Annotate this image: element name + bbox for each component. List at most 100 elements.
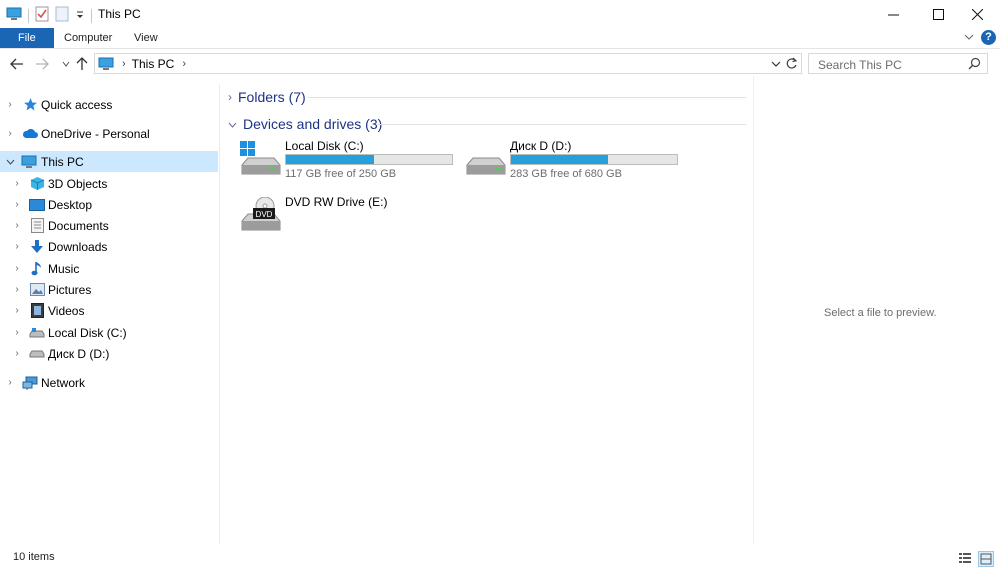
chevron-down-icon <box>62 61 70 67</box>
chevron-right-icon[interactable]: › <box>12 263 22 274</box>
tab-computer[interactable]: Computer <box>50 28 126 48</box>
music-icon <box>29 261 45 277</box>
group-divider <box>376 124 746 125</box>
tab-file[interactable]: File <box>0 28 54 48</box>
chevron-right-icon[interactable]: › <box>228 90 232 104</box>
sidebar-item-desktop[interactable]: › Desktop <box>0 194 218 215</box>
devices-group-header[interactable]: Devices and drives (3) <box>228 114 382 134</box>
network-icon <box>22 375 38 391</box>
drive-free-space: 283 GB free of 680 GB <box>510 168 622 180</box>
back-button[interactable] <box>9 56 25 72</box>
quick-access-toolbar <box>6 6 92 25</box>
customize-toolbar-dropdown[interactable] <box>75 9 85 23</box>
drive-usage-fill <box>286 155 375 164</box>
sidebar-item-label: Documents <box>48 218 109 233</box>
help-button[interactable]: ? <box>981 30 996 45</box>
close-icon <box>971 8 983 20</box>
folders-group-header[interactable]: › Folders (7) <box>228 87 306 107</box>
chevron-right-icon[interactable]: › <box>12 178 22 189</box>
large-icons-view-icon[interactable] <box>978 551 994 567</box>
refresh-icon[interactable] <box>785 57 798 73</box>
breadcrumb-separator-icon[interactable]: › <box>182 58 186 70</box>
expand-ribbon-icon[interactable] <box>964 31 974 45</box>
chevron-right-icon[interactable]: › <box>12 348 22 359</box>
forward-button[interactable] <box>34 56 50 72</box>
drive-usage-bar <box>510 154 678 165</box>
search-icon[interactable] <box>968 57 981 73</box>
sidebar-item-label: OneDrive - Personal <box>41 126 150 141</box>
sidebar-item-local-disk-c[interactable]: › Local Disk (C:) <box>0 322 218 343</box>
up-button[interactable] <box>74 56 90 72</box>
chevron-right-icon[interactable]: › <box>12 284 22 295</box>
chevron-right-icon[interactable]: › <box>12 199 22 210</box>
devices-group-title: Devices and drives (3) <box>243 116 383 132</box>
sidebar-item-pictures[interactable]: › Pictures <box>0 279 218 300</box>
maximize-icon <box>932 8 944 20</box>
sidebar-item-this-pc[interactable]: This PC <box>0 151 218 172</box>
sidebar-item-downloads[interactable]: › Downloads <box>0 236 218 257</box>
drive-free-space: 117 GB free of 250 GB <box>285 168 397 180</box>
sidebar-item-label: Music <box>48 261 80 276</box>
sidebar-item-network[interactable]: › Network <box>0 372 218 393</box>
navigation-pane: › Quick access › OneDrive - Personal Thi… <box>0 84 220 544</box>
details-view-icon[interactable] <box>958 551 972 565</box>
properties-icon[interactable] <box>35 6 49 25</box>
toolbar-divider <box>28 8 29 23</box>
status-bar: 10 items <box>0 548 1000 569</box>
monitor-icon <box>98 57 114 71</box>
back-arrow-icon <box>10 58 23 70</box>
address-bar[interactable]: › This PC › <box>94 53 802 74</box>
sidebar-item-disk-d[interactable]: › Диск D (D:) <box>0 343 218 364</box>
sidebar-item-label: Downloads <box>48 239 108 254</box>
drive-tile-local-disk-c[interactable]: Local Disk (C:) 117 GB free of 250 GB <box>240 139 460 189</box>
sidebar-item-3d-objects[interactable]: › 3D Objects <box>0 173 218 194</box>
forward-arrow-icon <box>36 58 49 70</box>
monitor-icon <box>21 154 37 170</box>
sidebar-item-music[interactable]: › Music <box>0 258 218 279</box>
navigation-bar: › This PC › <box>0 52 1000 76</box>
close-button[interactable] <box>954 0 1000 28</box>
sidebar-item-label: Desktop <box>48 197 93 212</box>
drive-name: Local Disk (C:) <box>285 139 364 153</box>
sidebar-item-label: 3D Objects <box>48 176 108 191</box>
sidebar-item-label: Pictures <box>48 282 92 297</box>
drive-usage-bar <box>285 154 453 165</box>
chevron-right-icon[interactable]: › <box>5 377 15 388</box>
chevron-down-icon[interactable] <box>5 157 15 167</box>
chevron-right-icon[interactable]: › <box>12 220 22 231</box>
minimize-button[interactable] <box>870 0 916 28</box>
sidebar-item-documents[interactable]: › Documents <box>0 215 218 236</box>
recent-locations-button[interactable] <box>58 56 74 72</box>
new-folder-icon[interactable] <box>55 6 69 25</box>
ribbon-tabs: File Computer View ? <box>0 28 1000 49</box>
picture-icon <box>29 282 45 298</box>
pc-monitor-icon[interactable] <box>6 7 22 24</box>
drive-tile-dvd-e[interactable]: DVD DVD RW Drive (E:) <box>240 195 460 245</box>
chevron-right-icon[interactable]: › <box>5 128 15 139</box>
chevron-right-icon[interactable]: › <box>12 327 22 338</box>
desktop-icon <box>29 197 45 213</box>
cube-icon <box>29 176 45 192</box>
sidebar-item-label: Local Disk (C:) <box>48 325 127 340</box>
chevron-down-icon[interactable] <box>228 117 237 131</box>
tab-view[interactable]: View <box>120 28 172 48</box>
drive-tile-disk-d[interactable]: Диск D (D:) 283 GB free of 680 GB <box>465 139 685 189</box>
chevron-right-icon[interactable]: › <box>12 241 22 252</box>
sidebar-item-quick-access[interactable]: › Quick access <box>0 94 218 115</box>
sidebar-item-label: Network <box>41 375 86 390</box>
sidebar-item-videos[interactable]: › Videos <box>0 300 218 321</box>
breadcrumb-this-pc[interactable]: This PC <box>132 57 175 71</box>
sidebar-item-label: Videos <box>48 303 85 318</box>
windows-disk-icon <box>240 141 284 181</box>
preview-message: Select a file to preview. <box>824 307 937 319</box>
chevron-right-icon[interactable]: › <box>5 99 15 110</box>
search-box[interactable] <box>808 53 988 74</box>
sidebar-item-onedrive[interactable]: › OneDrive - Personal <box>0 123 218 144</box>
address-dropdown-icon[interactable] <box>771 58 781 72</box>
chevron-right-icon[interactable]: › <box>12 305 22 316</box>
breadcrumb-separator-icon[interactable]: › <box>122 58 126 70</box>
document-icon <box>29 218 45 234</box>
search-input[interactable] <box>816 55 970 74</box>
drive-usage-fill <box>511 155 608 164</box>
download-icon <box>29 239 45 255</box>
